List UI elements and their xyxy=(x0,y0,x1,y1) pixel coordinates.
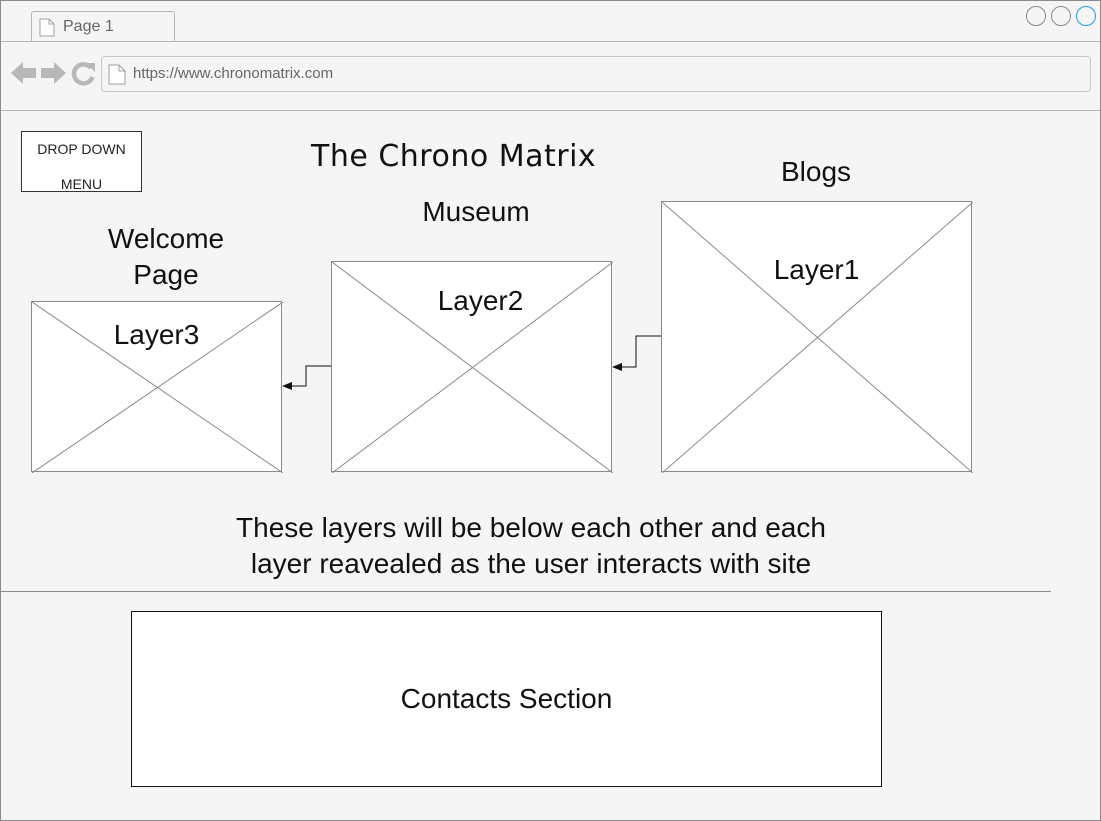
layer1-to-layer2-arrow xyxy=(612,335,661,371)
layers-note-line-1: These layers will be below each other an… xyxy=(236,512,826,543)
layers-note: These layers will be below each other an… xyxy=(181,510,881,582)
section-divider xyxy=(1,591,1051,592)
layer2-to-layer3-arrow xyxy=(282,365,331,390)
contacts-label: Contacts Section xyxy=(400,683,613,714)
browser-window: Page 1 https://www.chronomatrix.com DROP… xyxy=(0,0,1101,821)
layers-note-line-2: layer reavealed as the user interacts wi… xyxy=(250,548,812,579)
contacts-section: Contacts Section xyxy=(131,611,882,787)
